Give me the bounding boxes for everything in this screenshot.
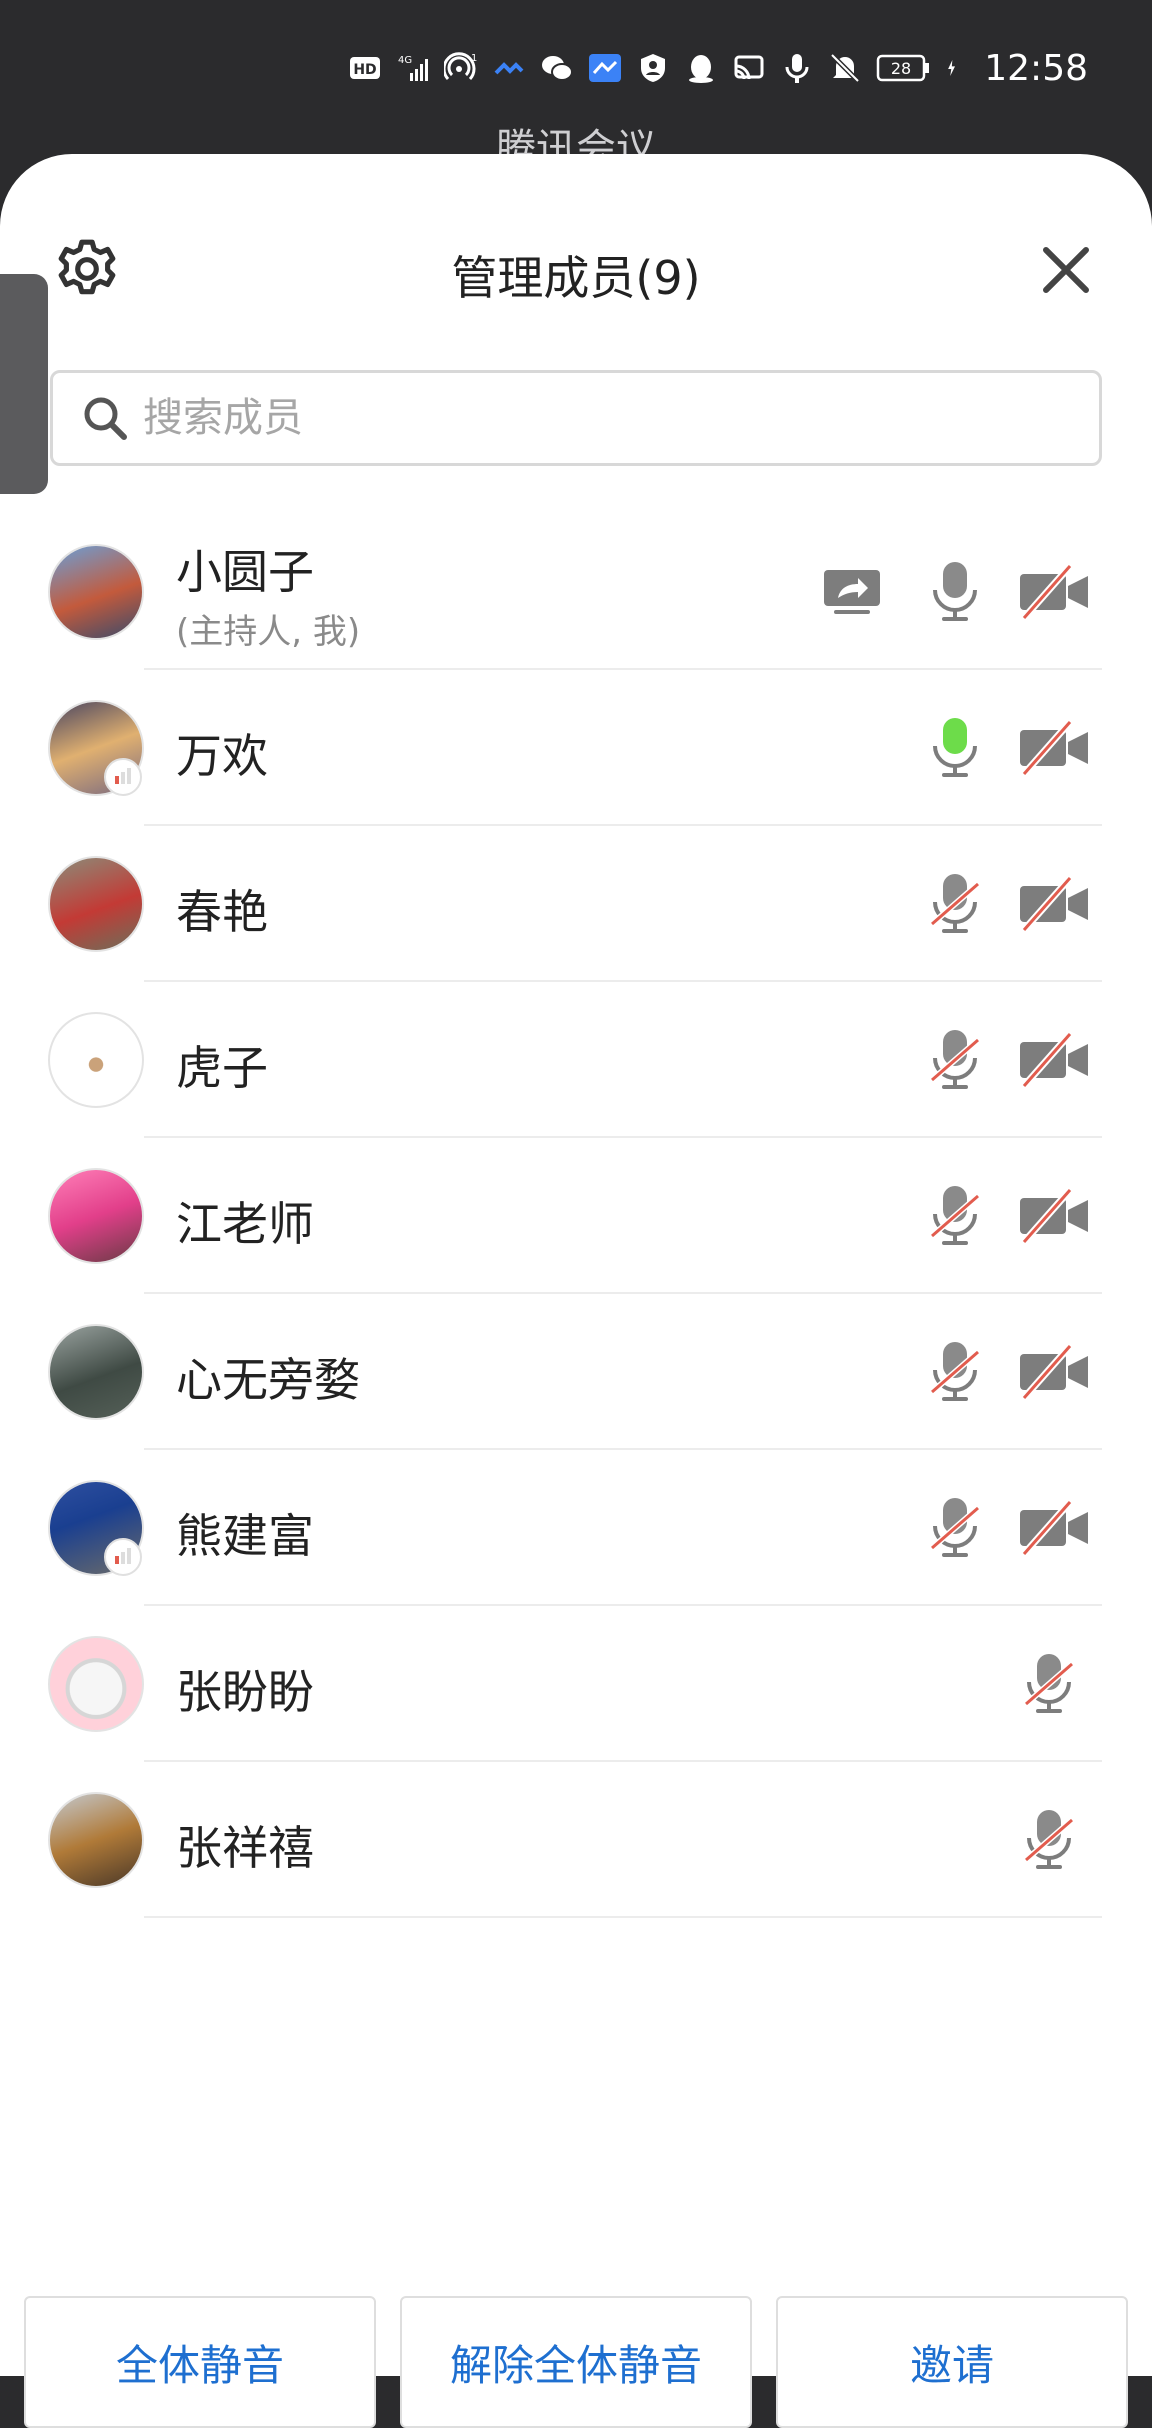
member-name: 虎子 <box>176 1041 268 1095</box>
avatar <box>48 1792 144 1888</box>
side-drawer-handle[interactable] <box>0 274 48 494</box>
mic-muted-icon[interactable] <box>928 1028 982 1092</box>
mic-icon[interactable] <box>928 560 982 624</box>
qq-icon <box>689 55 714 83</box>
member-name: 熊建富 <box>176 1509 314 1563</box>
app-badge-icon <box>494 62 524 75</box>
member-row[interactable]: 小圆子 (主持人, 我) <box>0 514 1152 670</box>
svg-text:28: 28 <box>891 59 911 78</box>
charging-icon <box>948 60 956 76</box>
camera-off-icon[interactable] <box>1016 560 1092 624</box>
avatar <box>48 544 144 640</box>
mic-muted-icon[interactable] <box>1022 1652 1076 1716</box>
shield-icon <box>641 54 666 82</box>
svg-text:HD: HD <box>354 62 377 78</box>
status-bar: HD 4G 1 28 12:58 腾讯会议 <box>0 0 1152 172</box>
search-input[interactable] <box>143 395 1043 441</box>
cast-icon <box>734 55 764 80</box>
member-name: 张祥禧 <box>176 1821 314 1875</box>
mic-muted-icon[interactable] <box>928 1340 982 1404</box>
search-box[interactable] <box>50 370 1102 466</box>
avatar <box>48 1012 144 1108</box>
camera-off-icon[interactable] <box>1016 1028 1092 1092</box>
signal-strength-icon <box>104 1538 142 1576</box>
meeting-app-icon <box>589 54 622 82</box>
member-row[interactable]: 张祥禧 <box>0 1762 1152 1918</box>
svg-text:4G: 4G <box>398 55 412 66</box>
row-divider <box>144 1916 1102 1918</box>
signal-strength-icon <box>104 758 142 796</box>
status-icons: HD 4G 1 28 12:58 <box>348 44 1088 92</box>
camera-off-icon[interactable] <box>1016 716 1092 780</box>
member-name: 张盼盼 <box>176 1665 314 1719</box>
svg-text:1: 1 <box>471 53 477 64</box>
avatar <box>48 1168 144 1264</box>
cell-signal-icon: 4G <box>398 55 429 81</box>
member-name: 小圆子 <box>176 545 314 599</box>
hotspot-icon: 1 <box>444 52 478 81</box>
member-name: 江老师 <box>176 1197 314 1251</box>
member-role: (主持人, 我) <box>176 612 361 652</box>
mute-all-button[interactable]: 全体静音 <box>24 2296 376 2428</box>
member-name: 万欢 <box>176 729 268 783</box>
member-name: 春艳 <box>176 885 268 939</box>
member-row[interactable]: 熊建富 <box>0 1450 1152 1606</box>
camera-off-icon[interactable] <box>1016 1184 1092 1248</box>
screen-share-icon[interactable] <box>822 560 882 624</box>
avatar <box>48 856 144 952</box>
bell-off-icon <box>830 53 861 83</box>
member-row[interactable]: 万欢 <box>0 670 1152 826</box>
mic-muted-icon[interactable] <box>928 872 982 936</box>
avatar <box>48 1636 144 1732</box>
mic-muted-icon[interactable] <box>928 1184 982 1248</box>
mic-muted-icon[interactable] <box>1022 1808 1076 1872</box>
camera-off-icon[interactable] <box>1016 1496 1092 1560</box>
close-icon[interactable] <box>1038 242 1094 298</box>
manage-members-sheet: 管理成员(9) 小圆子 (主持人, 我) <box>0 154 1152 2428</box>
member-list: 小圆子 (主持人, 我) 万欢 春艳 虎子 江老师 心无旁婺 熊建富 张盼盼 张… <box>0 514 1152 1918</box>
member-row[interactable]: 张盼盼 <box>0 1606 1152 1762</box>
mic-status-icon <box>785 54 809 83</box>
status-time: 12:58 <box>984 47 1088 89</box>
mic-icon[interactable] <box>928 716 982 780</box>
sheet-header: 管理成员(9) <box>0 154 1152 384</box>
camera-off-icon[interactable] <box>1016 872 1092 936</box>
page-title: 管理成员(9) <box>451 251 701 305</box>
member-row[interactable]: 虎子 <box>0 982 1152 1138</box>
member-name: 心无旁婺 <box>176 1353 360 1407</box>
wechat-icon <box>542 56 574 81</box>
search-icon <box>84 397 127 440</box>
hd-icon: HD <box>350 57 381 79</box>
member-row[interactable]: 心无旁婺 <box>0 1294 1152 1450</box>
member-row[interactable]: 春艳 <box>0 826 1152 982</box>
footer-actions: 全体静音 解除全体静音 邀请 <box>0 2296 1152 2428</box>
battery-icon: 28 <box>877 54 930 82</box>
mic-muted-icon[interactable] <box>928 1496 982 1560</box>
camera-off-icon[interactable] <box>1016 1340 1092 1404</box>
avatar <box>48 1324 144 1420</box>
member-row[interactable]: 江老师 <box>0 1138 1152 1294</box>
unmute-all-button[interactable]: 解除全体静音 <box>400 2296 752 2428</box>
invite-button[interactable]: 邀请 <box>776 2296 1128 2428</box>
